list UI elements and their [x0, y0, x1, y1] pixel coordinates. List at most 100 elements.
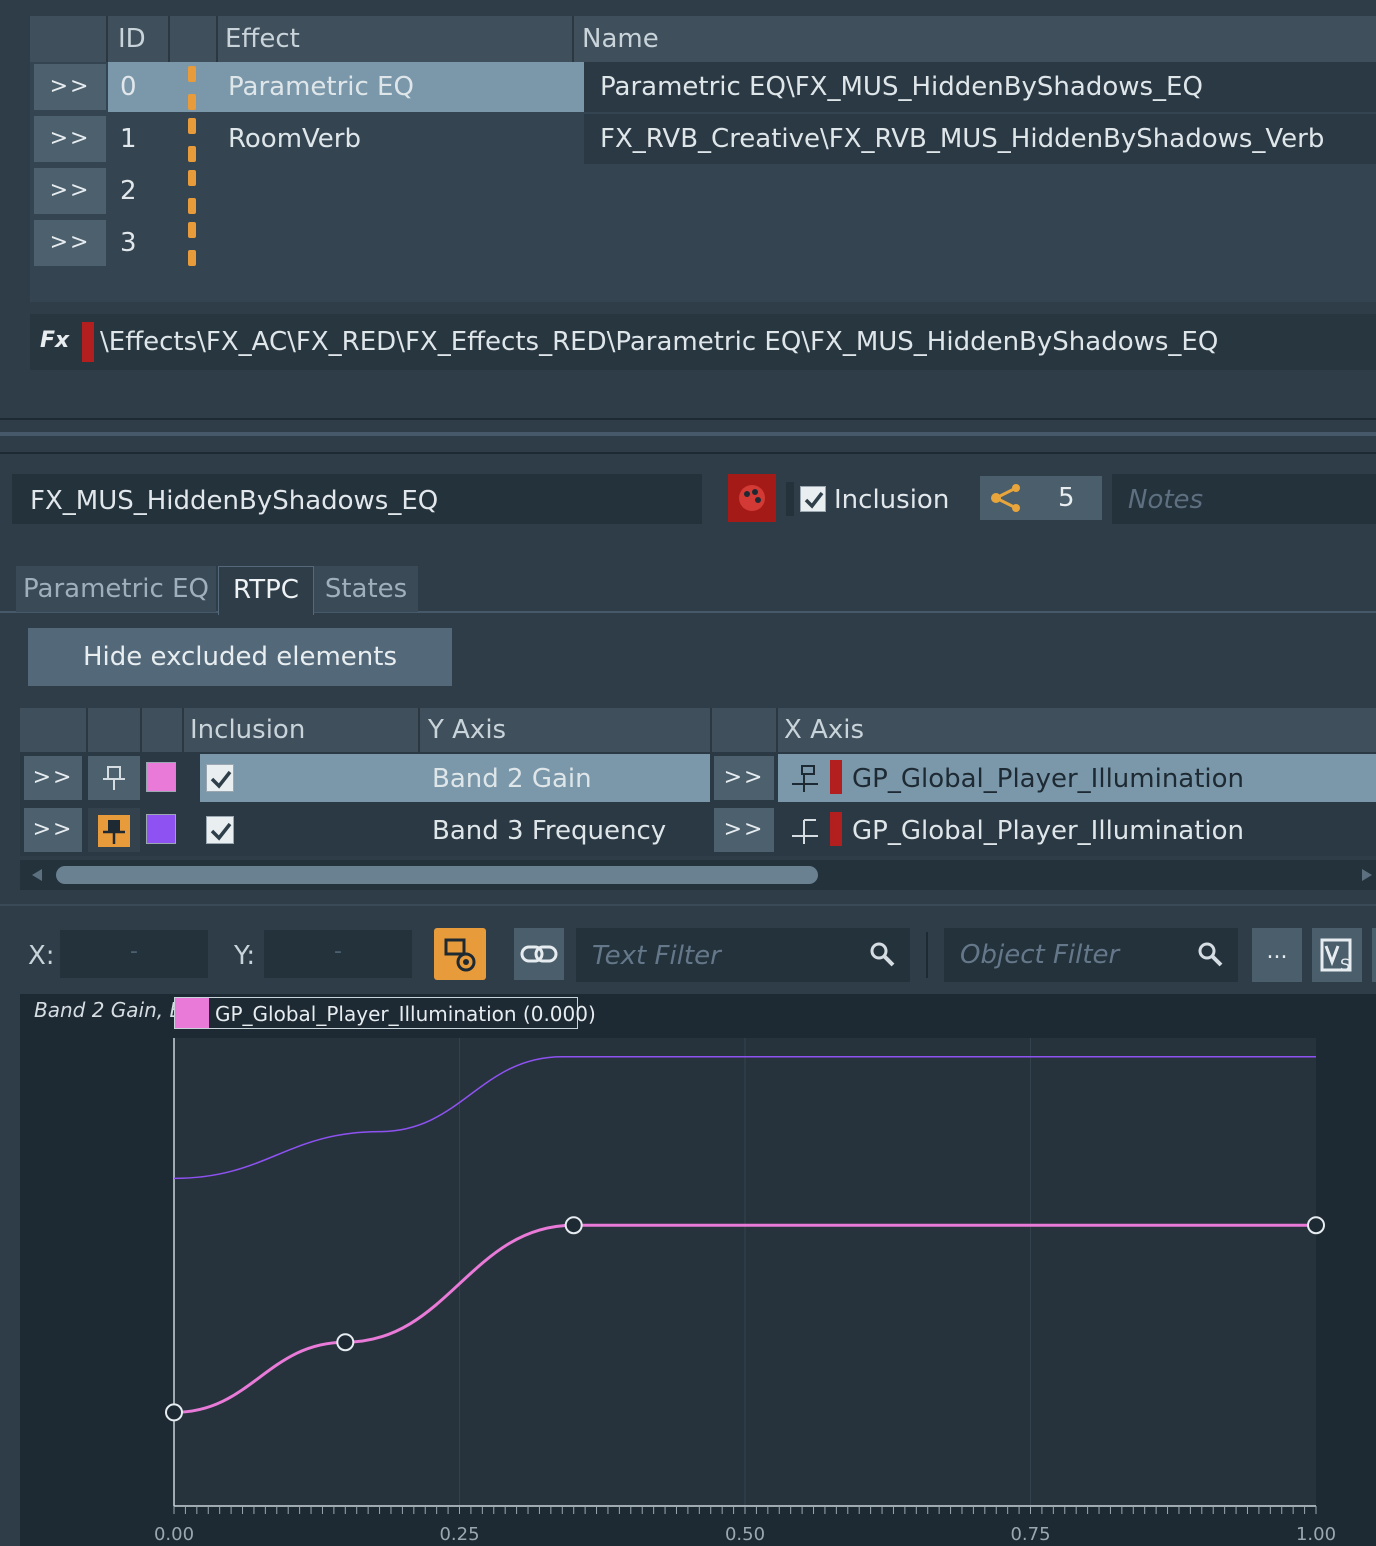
chain-link-icon [188, 222, 196, 238]
rtpc-curve-chart[interactable]: 0.00 0.25 0.50 0.75 1.00 [20, 994, 1376, 1546]
expand-button[interactable]: >> [34, 168, 106, 214]
effect-cell[interactable]: Parametric EQ [228, 62, 414, 112]
x-axis-cell[interactable]: GP_Global_Player_Illumination [852, 806, 1244, 856]
pin-icon [98, 815, 130, 847]
search-icon [1198, 942, 1223, 967]
x-tick-label: 0.50 [725, 1524, 765, 1545]
tab-parametric-eq[interactable]: Parametric EQ [16, 566, 216, 612]
horizontal-scrollbar[interactable] [20, 860, 1376, 890]
expand-button[interactable]: >> [24, 808, 82, 852]
expand-button[interactable]: >> [34, 220, 106, 266]
pin-button[interactable] [88, 808, 140, 852]
object-name-field[interactable]: FX_MUS_HiddenByShadows_EQ [12, 474, 702, 524]
x-tick-label: 0.75 [1010, 1524, 1050, 1545]
references-button[interactable]: 5 [980, 476, 1102, 520]
object-path: \Effects\FX_AC\FX_RED\FX_Effects_RED\Par… [100, 327, 1219, 357]
legend-swatch [175, 998, 209, 1028]
x-coord-field[interactable]: - [60, 930, 208, 978]
x-axis-expand-button[interactable]: >> [714, 808, 774, 852]
object-filter-placeholder: Object Filter [960, 940, 1120, 970]
snap-icon [444, 938, 476, 972]
rtpc-graph[interactable]: 0.00 0.25 0.50 0.75 1.00 Band 2 Gain, B GP_G… [20, 994, 1376, 1546]
effect-id: 2 [120, 176, 137, 206]
pin-icon [103, 766, 125, 790]
y-coord-field[interactable]: - [264, 930, 412, 978]
rtpc-table-header: Inclusion Y Axis X Axis [20, 708, 1376, 752]
header-effect[interactable]: Effect [225, 16, 300, 62]
references-count: 5 [1058, 483, 1075, 513]
color-picker-icon[interactable] [728, 474, 776, 522]
link-button[interactable] [514, 928, 564, 980]
chain-link-icon [188, 170, 196, 186]
name-cell[interactable]: Parametric EQ\FX_MUS_HiddenByShadows_EQ [600, 62, 1203, 112]
curve-control-point[interactable] [564, 1216, 583, 1235]
game-parameter-icon [792, 765, 818, 792]
x-tick-label: 0.25 [439, 1524, 479, 1545]
curve-control-point[interactable] [1307, 1216, 1325, 1235]
text-filter-input[interactable]: Text Filter [576, 928, 910, 982]
multi-select-button[interactable]: S [1312, 928, 1362, 982]
x-axis-expand-button[interactable]: >> [714, 756, 774, 800]
chain-link-icon [188, 250, 196, 266]
header-name[interactable]: Name [582, 16, 659, 62]
x-tick-label: 0.00 [154, 1524, 194, 1545]
curve-control-point[interactable] [336, 1333, 355, 1352]
svg-text:S: S [1340, 955, 1350, 974]
scroll-left-icon[interactable] [30, 868, 44, 882]
link-icon [520, 945, 558, 963]
fx-icon: Fx [40, 328, 70, 353]
x-coord-label: X: [28, 941, 55, 971]
series-label: Band 2 Gain, B [34, 998, 184, 1022]
game-parameter-icon [792, 819, 818, 844]
color-swatch [82, 322, 94, 362]
inclusion-checkbox[interactable] [800, 486, 826, 512]
x-axis-cell[interactable]: GP_Global_Player_Illumination [852, 754, 1244, 804]
effect-id: 0 [120, 72, 137, 102]
multi-select-icon: S [1320, 938, 1352, 974]
tab-rtpc[interactable]: RTPC [218, 566, 314, 615]
name-cell[interactable]: FX_RVB_Creative\FX_RVB_MUS_HiddenByShado… [600, 114, 1324, 164]
inclusion-label: Inclusion [834, 485, 950, 515]
object-filter-input[interactable]: Object Filter [944, 928, 1238, 982]
tab-states[interactable]: States [314, 566, 418, 612]
curve-color-swatch[interactable] [146, 814, 176, 844]
header-id[interactable]: ID [118, 16, 146, 62]
curve-color-swatch[interactable] [146, 762, 176, 792]
snap-to-grid-button[interactable] [434, 928, 486, 980]
header-y-axis[interactable]: Y Axis [428, 708, 506, 752]
header-inclusion[interactable]: Inclusion [190, 708, 305, 752]
header-x-axis[interactable]: X Axis [784, 708, 864, 752]
inclusion-checkbox[interactable] [206, 816, 234, 844]
object-name: FX_MUS_HiddenByShadows_EQ [30, 486, 439, 516]
curve-control-point[interactable] [165, 1403, 183, 1422]
more-button[interactable]: ... [1252, 928, 1302, 982]
pin-button[interactable] [88, 756, 140, 800]
legend-text: GP_Global_Player_Illumination (0.000) [215, 1002, 596, 1026]
effects-table-header: ID Effect Name [30, 16, 1376, 62]
color-swatch [830, 760, 842, 794]
inclusion-checkbox[interactable] [206, 764, 234, 792]
text-filter-placeholder: Text Filter [592, 941, 721, 971]
y-axis-cell[interactable]: Band 2 Gain [432, 754, 592, 804]
scrollbar-thumb[interactable] [56, 866, 818, 884]
expand-button[interactable]: >> [34, 64, 106, 110]
effect-id: 3 [120, 228, 137, 258]
object-path-bar: Fx \Effects\FX_AC\FX_RED\FX_Effects_RED\… [30, 314, 1376, 370]
y-coord-label: Y: [234, 941, 256, 971]
hide-excluded-button[interactable]: Hide excluded elements [28, 628, 452, 686]
expand-button[interactable]: >> [34, 116, 106, 162]
color-swatch [830, 812, 842, 846]
share-icon [991, 484, 1020, 512]
effect-cell[interactable]: RoomVerb [228, 114, 361, 164]
notes-field[interactable]: Notes [1112, 474, 1376, 524]
chain-link-icon [188, 66, 196, 82]
chain-link-icon [188, 94, 196, 110]
notes-placeholder: Notes [1128, 485, 1204, 515]
search-icon [870, 942, 895, 967]
scroll-right-icon[interactable] [1360, 868, 1374, 882]
y-axis-cell[interactable]: Band 3 Frequency [432, 806, 666, 856]
chain-link-icon [188, 198, 196, 214]
x-tick-label: 1.00 [1296, 1524, 1336, 1545]
curve-legend: GP_Global_Player_Illumination (0.000) [174, 997, 596, 1029]
expand-button[interactable]: >> [24, 756, 82, 800]
